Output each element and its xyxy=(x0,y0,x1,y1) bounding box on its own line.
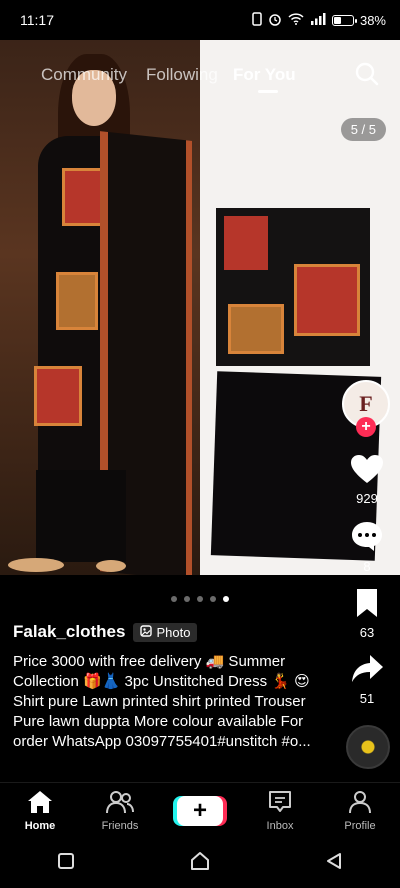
carousel-dot[interactable] xyxy=(223,596,229,602)
dress-print-panel xyxy=(34,366,82,426)
tab-following[interactable]: Following xyxy=(146,65,218,85)
create-icon: + xyxy=(177,795,223,826)
post-caption[interactable]: Price 3000 with free delivery 🚚 Summer C… xyxy=(13,652,333,752)
like-button[interactable]: 929 xyxy=(342,454,392,506)
photo-badge-icon xyxy=(140,624,153,640)
slide-counter: 5 / 5 xyxy=(340,118,386,141)
comment-count: 8 xyxy=(363,559,371,574)
follow-button[interactable]: + xyxy=(356,417,376,437)
signal-icon xyxy=(310,12,326,28)
nav-inbox[interactable]: Inbox xyxy=(248,790,312,832)
status-time: 11:17 xyxy=(20,12,54,28)
system-nav xyxy=(0,838,400,888)
alarm-icon xyxy=(268,12,282,29)
bookmark-icon xyxy=(353,589,381,622)
carousel-dot[interactable] xyxy=(171,596,177,602)
friends-icon xyxy=(106,790,134,817)
top-tabs: Community Following For You xyxy=(0,60,400,90)
nav-home[interactable]: Home xyxy=(8,790,72,832)
tab-for-you[interactable]: For You xyxy=(233,65,296,85)
profile-icon xyxy=(348,790,372,817)
home-icon xyxy=(27,790,53,817)
comment-icon xyxy=(350,522,384,556)
recents-icon[interactable] xyxy=(57,852,75,875)
share-button[interactable]: 51 xyxy=(342,654,392,706)
post-image[interactable] xyxy=(0,40,400,575)
photo-badge: Photo xyxy=(133,622,198,642)
print-block xyxy=(224,216,268,270)
nav-friends-label: Friends xyxy=(101,819,139,832)
status-icons: 38% xyxy=(252,11,386,29)
nav-friends[interactable]: Friends xyxy=(88,790,152,832)
nav-inbox-label: Inbox xyxy=(266,819,294,832)
photo-badge-label: Photo xyxy=(156,624,191,640)
carousel-dot[interactable] xyxy=(210,596,216,602)
shoe xyxy=(8,558,64,572)
phone-icon xyxy=(252,11,262,29)
share-count: 51 xyxy=(359,691,375,706)
music-disc-icon[interactable] xyxy=(346,725,390,769)
home-circle-icon[interactable] xyxy=(189,850,211,877)
battery-icon xyxy=(331,14,357,26)
active-tab-indicator xyxy=(258,90,278,93)
like-count: 929 xyxy=(356,491,378,506)
heart-icon xyxy=(350,455,384,488)
dress-print-panel xyxy=(56,272,98,330)
tab-community[interactable]: Community xyxy=(41,65,127,85)
battery-percent: 38% xyxy=(359,12,386,28)
nav-profile[interactable]: Profile xyxy=(328,790,392,832)
nav-profile-label: Profile xyxy=(344,819,376,832)
search-icon[interactable] xyxy=(354,61,380,87)
carousel-dot[interactable] xyxy=(197,596,203,602)
author-row: Falak_clothes Photo xyxy=(13,622,198,642)
wifi-icon xyxy=(288,12,304,28)
inbox-icon xyxy=(267,790,293,817)
print-block xyxy=(228,304,284,354)
shoe xyxy=(96,560,126,572)
comment-button[interactable]: 8 xyxy=(342,520,392,574)
carousel-dot[interactable] xyxy=(184,596,190,602)
save-button[interactable]: 63 xyxy=(342,588,392,640)
nav-home-label: Home xyxy=(24,819,56,832)
trouser xyxy=(36,470,126,562)
status-bar: 11:17 38% xyxy=(0,0,400,40)
nav-create[interactable]: + xyxy=(168,795,232,826)
model-photo xyxy=(0,40,200,575)
battery-fill xyxy=(333,16,341,24)
author-name[interactable]: Falak_clothes xyxy=(13,622,125,642)
avatar-letter: F xyxy=(359,391,373,416)
back-icon[interactable] xyxy=(325,852,343,875)
carousel-dots xyxy=(0,596,400,602)
print-block xyxy=(294,264,360,336)
bottom-nav: Home Friends + Inbox Profile xyxy=(0,782,400,838)
save-count: 63 xyxy=(359,625,375,640)
shirt-fabric xyxy=(216,208,370,366)
share-icon xyxy=(350,655,384,688)
